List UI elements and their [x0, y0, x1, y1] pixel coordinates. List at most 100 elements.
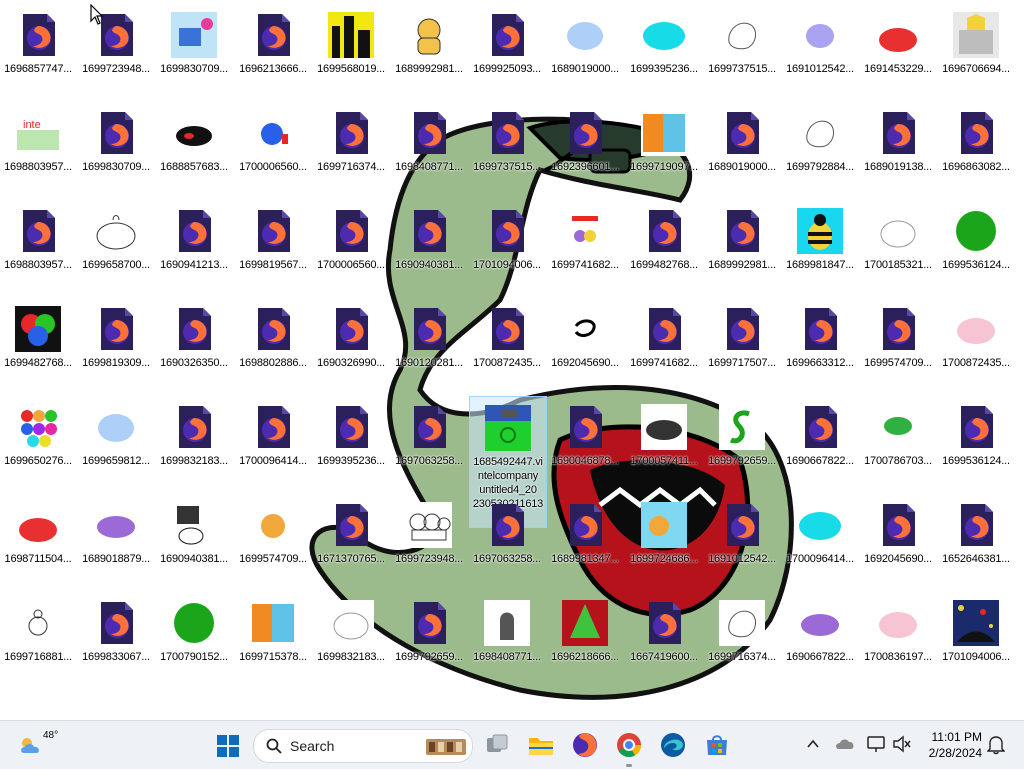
firefox-icon[interactable]: [572, 732, 598, 758]
desktop-file-icon[interactable]: 1667419600...: [626, 592, 702, 684]
desktop-file-icon[interactable]: 1691012542...: [704, 494, 780, 586]
desktop-file-icon[interactable]: 1700006560...: [313, 200, 389, 292]
network-icon[interactable]: [866, 735, 886, 753]
desktop-file-icon[interactable]: 1699715378...: [235, 592, 311, 684]
desktop-file-icon[interactable]: 1692045690...: [860, 494, 936, 586]
desktop-file-icon[interactable]: 1699716374...: [704, 592, 780, 684]
desktop-file-icon[interactable]: 1699819567...: [235, 200, 311, 292]
desktop-file-icon[interactable]: 1699830709...: [156, 4, 232, 96]
chrome-icon[interactable]: [616, 732, 642, 758]
desktop-file-icon[interactable]: 1671370765...: [313, 494, 389, 586]
desktop-file-icon[interactable]: 1689019000...: [547, 4, 623, 96]
desktop-file-icon[interactable]: 1690046878...: [547, 396, 623, 488]
desktop-file-icon[interactable]: 1689992981...: [391, 4, 467, 96]
desktop-file-icon[interactable]: 1699663312...: [782, 298, 858, 390]
desktop-file-icon[interactable]: 1690667822...: [782, 592, 858, 684]
desktop-file-icon[interactable]: 1699536124...: [938, 396, 1014, 488]
desktop-file-icon[interactable]: 1699723948...: [391, 494, 467, 586]
task-view-icon[interactable]: [485, 733, 509, 757]
desktop-file-icon[interactable]: 1699925093...: [469, 4, 545, 96]
desktop-file-icon[interactable]: 1699574709...: [235, 494, 311, 586]
desktop-file-icon[interactable]: 1700872435...: [938, 298, 1014, 390]
desktop-file-icon[interactable]: 1701094006...: [938, 592, 1014, 684]
desktop-file-icon[interactable]: 1699658700...: [78, 200, 154, 292]
desktop-file-icon[interactable]: 1697063258...: [469, 494, 545, 586]
desktop-file-icon[interactable]: 1699568019...: [313, 4, 389, 96]
desktop-file-icon[interactable]: 1689019138...: [860, 102, 936, 194]
desktop-file-icon[interactable]: 1691453229...: [860, 4, 936, 96]
desktop-file-icon[interactable]: 1696213666...: [235, 4, 311, 96]
desktop-file-icon[interactable]: 1699716374...: [313, 102, 389, 194]
desktop-file-icon[interactable]: 1699832183...: [156, 396, 232, 488]
desktop-file-icon[interactable]: 1700836197...: [860, 592, 936, 684]
notification-bell-icon[interactable]: [987, 735, 1005, 755]
desktop-file-icon[interactable]: 1699659812...: [78, 396, 154, 488]
desktop-file-icon[interactable]: 1652646381...: [938, 494, 1014, 586]
desktop-file-icon[interactable]: 1697063258...: [391, 396, 467, 488]
desktop-file-icon[interactable]: 1700096414...: [782, 494, 858, 586]
desktop-file-icon[interactable]: 1700786703...: [860, 396, 936, 488]
desktop-file-icon[interactable]: 1689018879...: [78, 494, 154, 586]
desktop-file-icon[interactable]: 1689019000...: [704, 102, 780, 194]
desktop-file-icon[interactable]: 1699716881...: [0, 592, 76, 684]
desktop-file-icon[interactable]: 1699482768...: [626, 200, 702, 292]
taskbar-search-box[interactable]: Search: [253, 729, 473, 763]
desktop-file-icon[interactable]: 1699741682...: [626, 298, 702, 390]
edge-icon[interactable]: [660, 732, 686, 758]
desktop-file-icon[interactable]: 1699724686...: [626, 494, 702, 586]
desktop-file-icon[interactable]: 1696857747...: [0, 4, 76, 96]
desktop-file-icon[interactable]: 1690941213...: [156, 200, 232, 292]
desktop-file-icon[interactable]: 1696706694...: [938, 4, 1014, 96]
desktop-file-icon[interactable]: 1698803957...: [0, 200, 76, 292]
desktop-file-icon[interactable]: 1699819309...: [78, 298, 154, 390]
desktop-file-icon[interactable]: 1699574709...: [860, 298, 936, 390]
desktop-file-icon[interactable]: 1700185321...: [860, 200, 936, 292]
desktop-file-icon[interactable]: 1699717507...: [704, 298, 780, 390]
desktop-file-icon[interactable]: 1690120281...: [391, 298, 467, 390]
desktop-file-icon[interactable]: 1699792659...: [704, 396, 780, 488]
desktop-file-icon[interactable]: 1699830709...: [78, 102, 154, 194]
clock[interactable]: 11:01 PM 2/28/2024: [912, 721, 982, 769]
desktop-file-icon[interactable]: 1691012542...: [782, 4, 858, 96]
desktop-file-icon[interactable]: 1700096414...: [235, 396, 311, 488]
desktop-file-icon[interactable]: 1698711504...: [0, 494, 76, 586]
desktop-file-icon[interactable]: 1690326350...: [156, 298, 232, 390]
chevron-up-icon[interactable]: [806, 738, 820, 750]
desktop-file-icon[interactable]: 1699482768...: [0, 298, 76, 390]
desktop-file-icon[interactable]: 1688857683...: [156, 102, 232, 194]
weather-widget[interactable]: 48°: [10, 721, 70, 769]
desktop-file-icon[interactable]: 1699536124...: [938, 200, 1014, 292]
desktop-file-icon[interactable]: 1690940381...: [156, 494, 232, 586]
desktop-file-icon[interactable]: 1698408771...: [469, 592, 545, 684]
desktop-file-icon[interactable]: 1689992981...: [704, 200, 780, 292]
desktop-file-icon[interactable]: 1698802886...: [235, 298, 311, 390]
file-explorer-icon[interactable]: [528, 733, 554, 757]
desktop[interactable]: 1696857747... 1699723948... 1699830709... 1…: [0, 0, 1024, 720]
desktop-file-icon[interactable]: 1700057411...: [626, 396, 702, 488]
desktop-file-icon[interactable]: 1689981847...: [782, 200, 858, 292]
desktop-file-icon[interactable]: 1699719097...: [626, 102, 702, 194]
windows-start-icon[interactable]: [216, 734, 240, 758]
desktop-file-icon[interactable]: 1699832183...: [313, 592, 389, 684]
desktop-file-icon[interactable]: 1699833067...: [78, 592, 154, 684]
desktop-file-icon[interactable]: 1700872435...: [469, 298, 545, 390]
desktop-file-icon[interactable]: 1699650276...: [0, 396, 76, 488]
desktop-file-icon[interactable]: 1692396601...: [547, 102, 623, 194]
desktop-file-icon[interactable]: 1701094006...: [469, 200, 545, 292]
desktop-file-icon[interactable]: 1699737515...: [469, 102, 545, 194]
microsoft-store-icon[interactable]: [704, 732, 730, 758]
desktop-file-icon[interactable]: 1700790152...: [156, 592, 232, 684]
desktop-file-icon[interactable]: 1700006560...: [235, 102, 311, 194]
desktop-file-icon[interactable]: 1690667822...: [782, 396, 858, 488]
desktop-file-icon[interactable]: 1690326990...: [313, 298, 389, 390]
desktop-file-icon[interactable]: 1699395236...: [313, 396, 389, 488]
desktop-file-icon[interactable]: 1689981347...: [547, 494, 623, 586]
onedrive-cloud-icon[interactable]: [835, 736, 855, 752]
desktop-file-icon[interactable]: 1696863082...: [938, 102, 1014, 194]
desktop-file-icon[interactable]: 1699792884...: [782, 102, 858, 194]
desktop-file-icon[interactable]: 1696218666...: [547, 592, 623, 684]
speaker-muted-icon[interactable]: [892, 735, 912, 753]
desktop-file-icon[interactable]: inte 1698803957...: [0, 102, 76, 194]
desktop-file-icon[interactable]: 1698408771...: [391, 102, 467, 194]
desktop-file-icon[interactable]: 1699737515...: [704, 4, 780, 96]
